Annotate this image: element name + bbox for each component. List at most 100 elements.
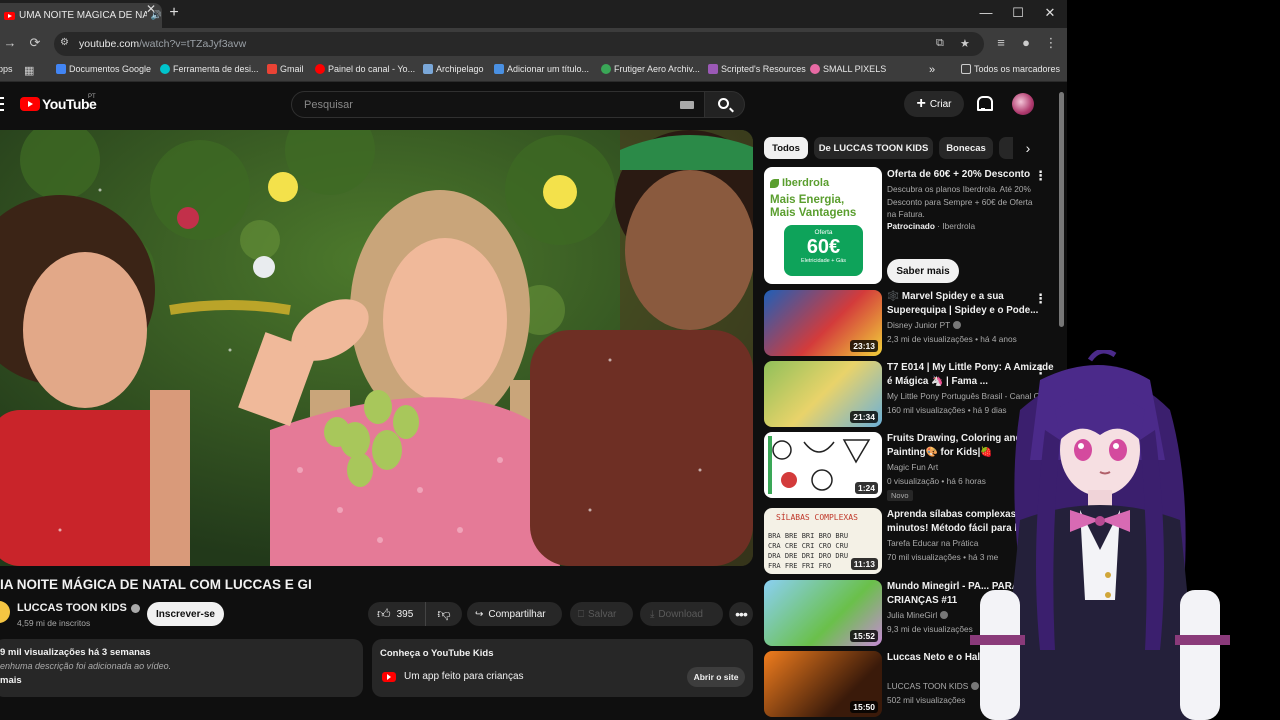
video-duration: 23:13 bbox=[850, 340, 878, 352]
video-duration: 15:50 bbox=[850, 701, 878, 713]
chevron-right-icon[interactable]: › bbox=[1018, 140, 1038, 156]
browser-menu-icon[interactable]: ⋮ bbox=[1043, 35, 1059, 51]
bookmarks-overflow-icon[interactable]: » bbox=[929, 64, 935, 76]
minimize-button[interactable]: — bbox=[976, 5, 996, 20]
youtube-play-icon bbox=[20, 97, 40, 111]
show-more-link[interactable]: mais bbox=[0, 675, 22, 686]
open-site-button[interactable]: Abrir o site bbox=[687, 667, 745, 687]
search-placeholder: Pesquisar bbox=[304, 99, 353, 111]
video-thumbnail[interactable]: 15:52 bbox=[764, 580, 882, 646]
youtube-studio-icon bbox=[315, 64, 325, 74]
bookmark-icon: ⎕ bbox=[578, 608, 584, 620]
ad-headline: Mais Energia, Mais Vantagens bbox=[770, 194, 857, 219]
share-arrow-icon: ↪ bbox=[475, 608, 484, 620]
chip-all[interactable]: Todos bbox=[764, 137, 808, 159]
download-icon: ⤓ bbox=[650, 608, 655, 620]
bookmark-frutiger[interactable]: Frutiger Aero Archiv... bbox=[601, 64, 700, 74]
video-thumbnail[interactable]: 15:50 bbox=[764, 651, 882, 717]
channel-name[interactable]: LUCCAS TOON KIDS bbox=[17, 602, 140, 614]
create-button[interactable]: + Criar bbox=[904, 91, 964, 117]
close-window-button[interactable]: ✕ bbox=[1040, 5, 1060, 21]
video-title[interactable]: 🕸️ Marvel Spidey e a sua Superequipa | S… bbox=[887, 290, 1057, 318]
video-options-icon[interactable]: ⋮ bbox=[1034, 292, 1047, 305]
ad-title[interactable]: Oferta de 60€ + 20% Desconto bbox=[887, 169, 1030, 180]
youtube-logo[interactable]: YouTube bbox=[20, 96, 97, 112]
bookmark-add-title[interactable]: Adicionar um título... bbox=[494, 64, 589, 74]
bookmark-small-pixels[interactable]: SMALL PIXELS bbox=[810, 64, 886, 74]
channel-name: Julia MineGirl bbox=[887, 610, 949, 620]
video-thumbnail[interactable]: 23:13 bbox=[764, 290, 882, 356]
video-frame bbox=[0, 130, 753, 566]
more-actions-button[interactable]: ••• bbox=[729, 602, 753, 626]
page-scrollbar[interactable] bbox=[1059, 92, 1064, 327]
video-thumbnail[interactable]: 1:24 bbox=[764, 432, 882, 498]
channel-avatar[interactable] bbox=[0, 601, 10, 623]
learn-more-button[interactable]: Saber mais bbox=[887, 259, 959, 283]
address-bar[interactable]: ⚙ youtube.com/watch?v=tTZaJyf3avw ⧉ ★ bbox=[54, 32, 984, 56]
video-duration: 21:34 bbox=[850, 411, 878, 423]
forward-arrow-icon[interactable]: → bbox=[2, 35, 18, 50]
ad-thumbnail[interactable]: Iberdrola Mais Energia, Mais Vantagens Of… bbox=[764, 167, 882, 284]
chip-channel[interactable]: De LUCCAS TOON KIDS bbox=[814, 137, 933, 159]
save-button[interactable]: ⎕ Salvar bbox=[570, 602, 633, 626]
kids-card-title: Conheça o YouTube Kids bbox=[380, 648, 494, 659]
video-duration: 1:24 bbox=[854, 482, 878, 494]
subscribe-button[interactable]: Inscrever-se bbox=[147, 602, 224, 626]
video-player[interactable] bbox=[0, 130, 753, 566]
reload-icon[interactable]: ⟳ bbox=[27, 35, 43, 51]
ad-description: Descubra os planos Iberdrola. Até 20% De… bbox=[887, 184, 1033, 219]
share-button[interactable]: ↪ Compartilhar bbox=[467, 602, 562, 626]
svg-text:DRA DRE DRI DRO DRU: DRA DRE DRI DRO DRU bbox=[768, 552, 848, 560]
bookmark-scripted[interactable]: Scripted's Resources bbox=[708, 64, 806, 74]
new-badge: Novo bbox=[887, 490, 913, 501]
profile-icon[interactable]: ● bbox=[1018, 35, 1034, 50]
notifications-bell-icon[interactable] bbox=[976, 96, 993, 111]
like-button[interactable]: 👍︎ 395 bbox=[368, 602, 426, 626]
video-thumbnail[interactable]: 21:34 bbox=[764, 361, 882, 427]
like-count: 395 bbox=[396, 608, 414, 620]
svg-text:BRA BRE BRI BRO BRU: BRA BRE BRI BRO BRU bbox=[768, 532, 848, 540]
grid-icon[interactable]: ▦ bbox=[24, 64, 34, 77]
bookmark-canva[interactable]: Ferramenta de desi... bbox=[160, 64, 259, 74]
browser-tab[interactable]: UMA NOITE MÁGICA DE NATAL 🔊 bbox=[0, 3, 162, 28]
bookmark-apps[interactable]: pps bbox=[0, 64, 13, 74]
install-app-icon[interactable]: ⧉ bbox=[936, 37, 944, 50]
maximize-button[interactable]: ☐ bbox=[1008, 5, 1028, 21]
all-bookmarks[interactable]: Todos os marcadores bbox=[961, 64, 1060, 74]
browser-toolbar: → ⟳ ⚙ youtube.com/watch?v=tTZaJyf3avw ⧉ … bbox=[0, 28, 1067, 60]
new-tab-button[interactable]: + bbox=[166, 4, 182, 22]
bookmark-docs[interactable]: Documentos Google bbox=[56, 64, 151, 74]
hamburger-menu-icon[interactable] bbox=[0, 97, 4, 111]
dislike-button[interactable]: 👎︎ bbox=[426, 606, 462, 622]
kids-card-text: Um app feito para crianças bbox=[404, 671, 524, 682]
chip-dolls[interactable]: Bonecas bbox=[939, 137, 993, 159]
search-input[interactable]: Pesquisar bbox=[291, 91, 705, 118]
media-controls-icon[interactable]: ≡ bbox=[993, 35, 1009, 50]
bookmarks-bar: pps ▦ Documentos Google Ferramenta de de… bbox=[0, 60, 1067, 82]
bookmark-studio[interactable]: Painel do canal - Yo... bbox=[315, 64, 415, 74]
ad-offer-badge: Oferta 60€ Eletricidade + Gás bbox=[784, 225, 863, 276]
bookmark-gmail[interactable]: Gmail bbox=[267, 64, 304, 74]
ad-options-icon[interactable]: ⋮ bbox=[1034, 169, 1047, 182]
video-title: IA NOITE MÁGICA DE NATAL COM LUCCAS E GI bbox=[0, 577, 312, 592]
browser-window: UMA NOITE MÁGICA DE NATAL 🔊 ✕ + — ☐ ✕ → … bbox=[0, 0, 1067, 720]
channel-name: Disney Junior PT bbox=[887, 320, 962, 330]
keyboard-icon[interactable] bbox=[680, 101, 694, 109]
avatar[interactable] bbox=[1012, 93, 1034, 115]
video-thumbnail[interactable]: SÍLABAS COMPLEXAS BRA BRE BRI BRO BRU CR… bbox=[764, 508, 882, 574]
scripted-icon bbox=[708, 64, 718, 74]
bookmark-archipelago[interactable]: Archipelago bbox=[423, 64, 484, 74]
tab-close-icon[interactable]: ✕ bbox=[144, 2, 158, 16]
list-item[interactable]: 23:13 🕸️ Marvel Spidey e a sua Superequi… bbox=[764, 290, 1060, 358]
search-button[interactable] bbox=[704, 91, 745, 118]
download-button[interactable]: ⤓ Download bbox=[640, 602, 723, 626]
youtube-header: YouTube PT Pesquisar + Criar bbox=[0, 82, 1060, 126]
youtube-favicon-icon bbox=[4, 11, 15, 20]
chip-partial[interactable] bbox=[999, 137, 1013, 159]
site-info-icon[interactable]: ⚙ bbox=[60, 37, 74, 51]
add-icon bbox=[494, 64, 504, 74]
bookmark-star-icon[interactable]: ★ bbox=[960, 37, 970, 50]
gmail-icon bbox=[267, 64, 277, 74]
description-box[interactable]: 9 mil visualizações há 3 semanas enhuma … bbox=[0, 639, 363, 697]
ad-brand-logo: Iberdrola bbox=[770, 177, 829, 189]
